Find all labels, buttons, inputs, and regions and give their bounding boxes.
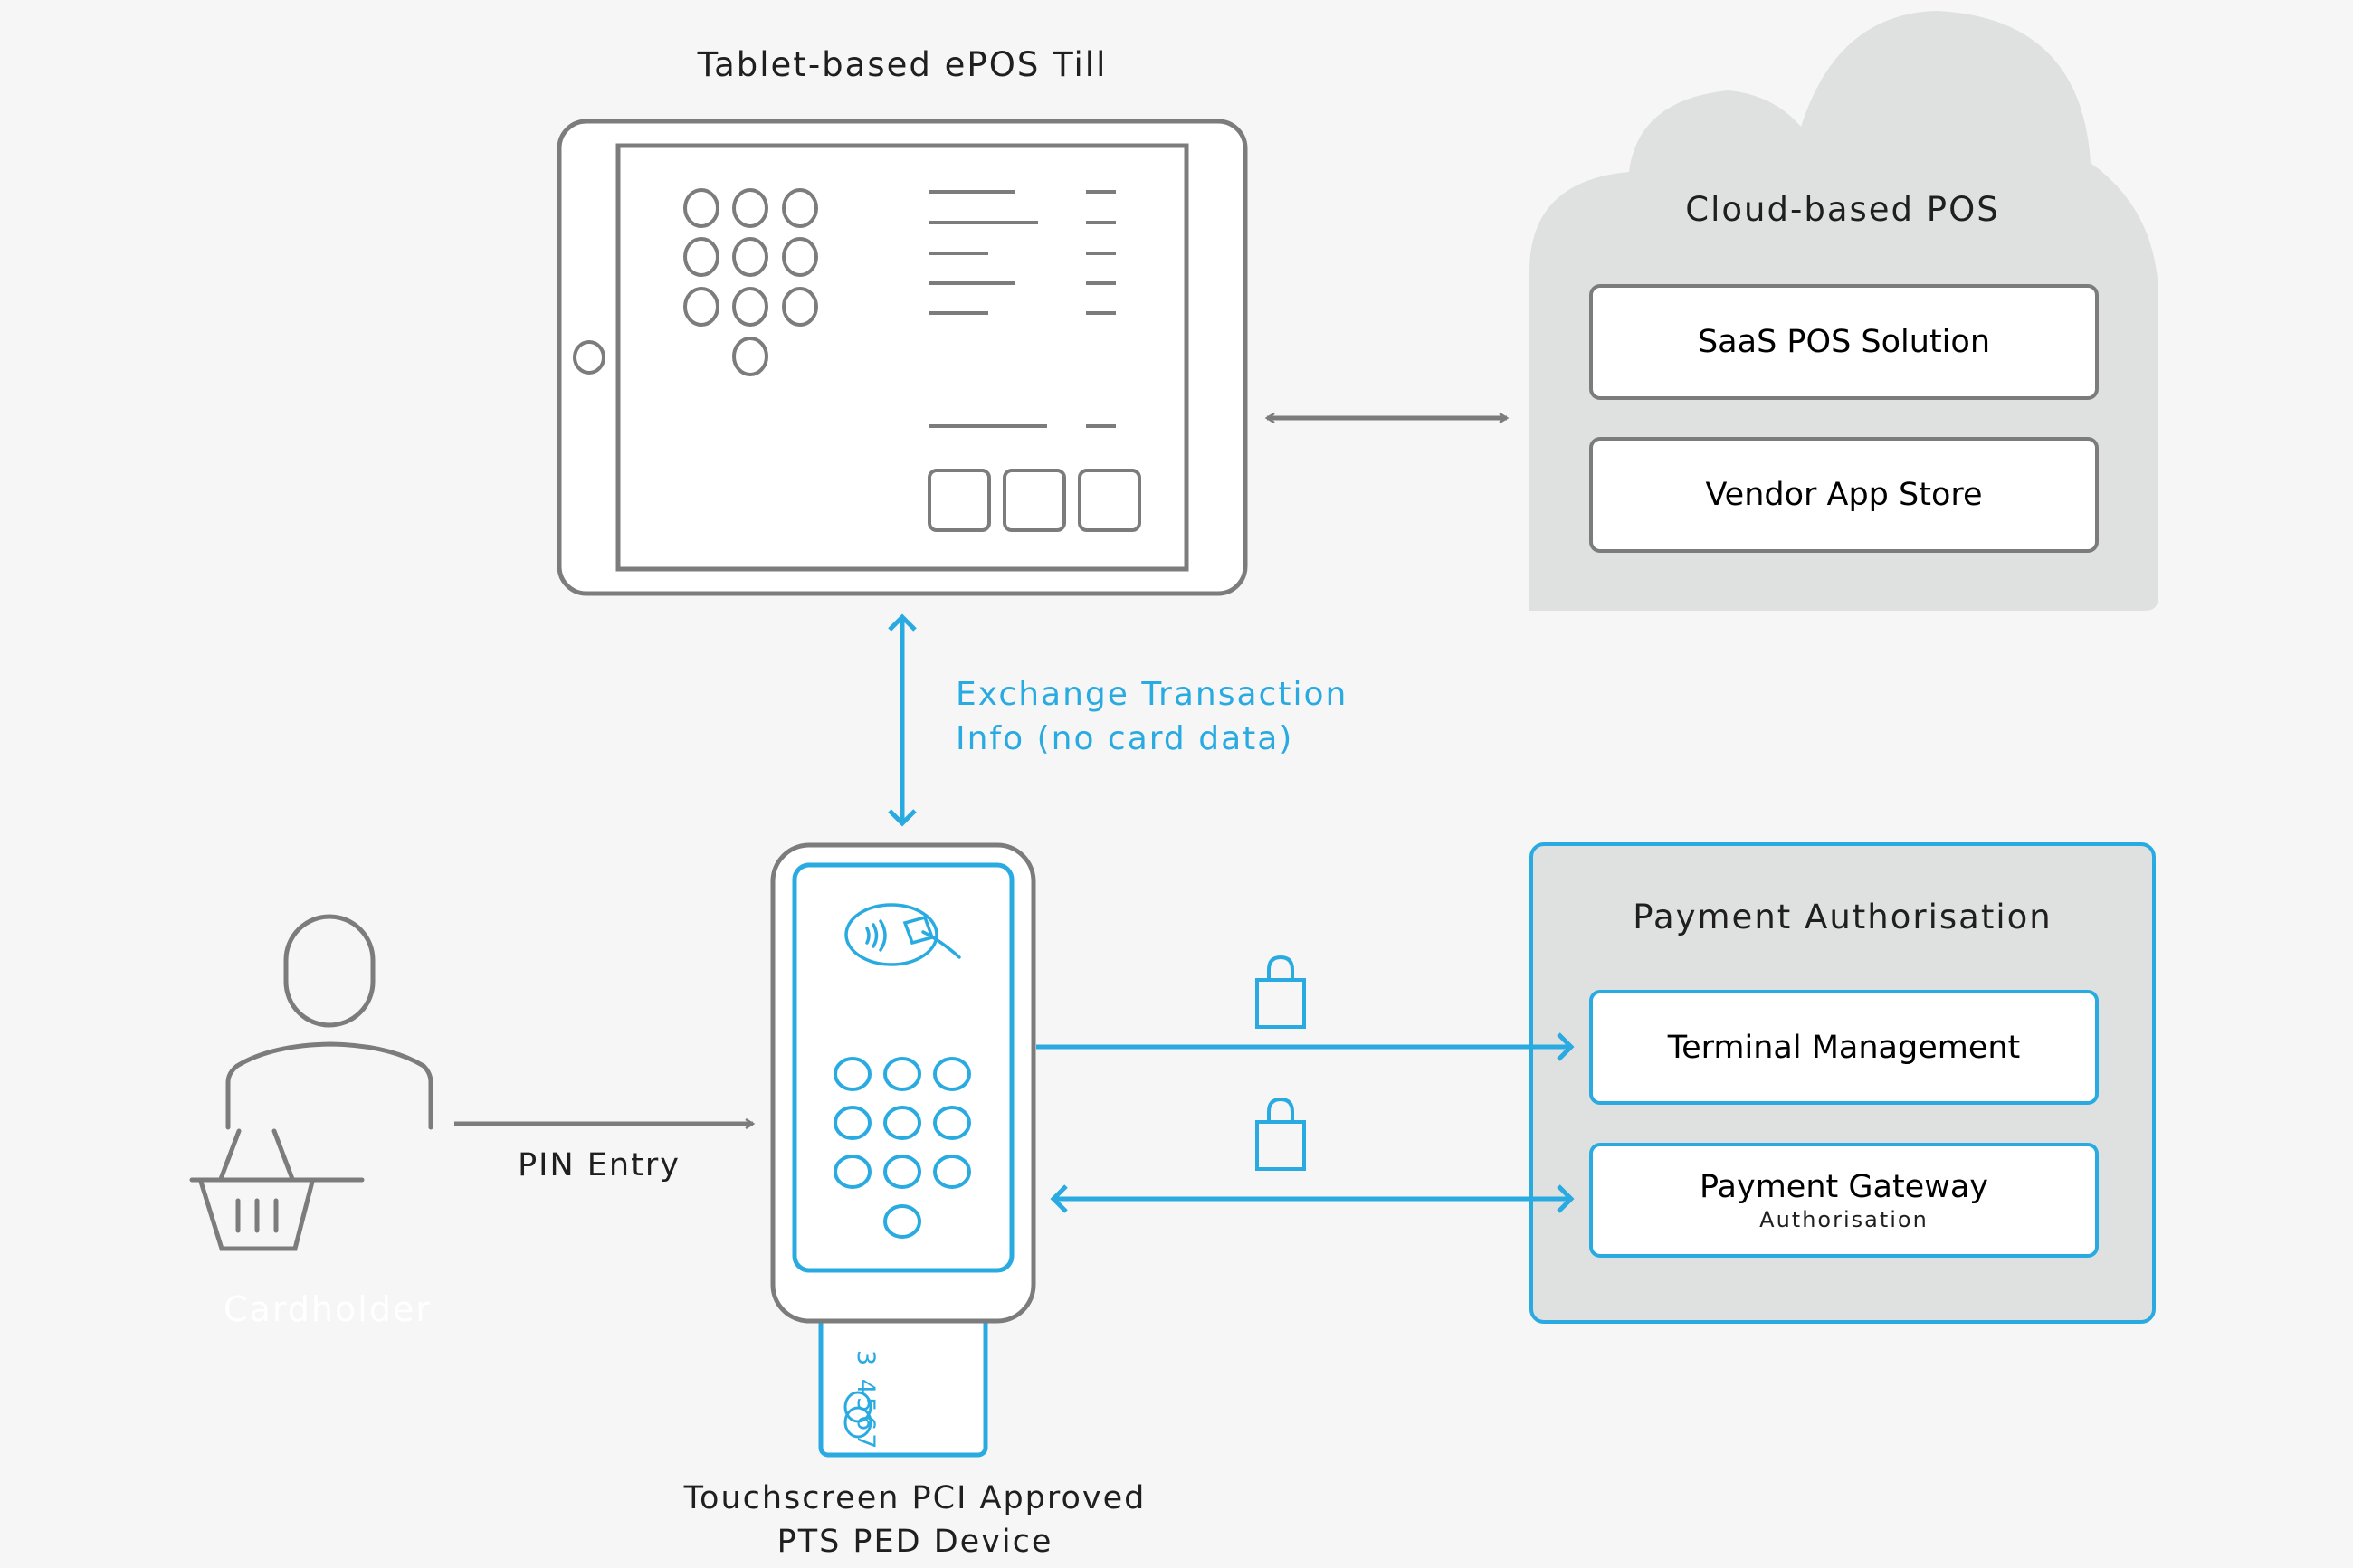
tablet-title: Tablet-based ePOS Till bbox=[697, 45, 1108, 84]
ped-gateway-arrow bbox=[1050, 1184, 1575, 1213]
ped-caption-line1: Touchscreen PCI Approved bbox=[683, 1480, 1147, 1516]
ped-terminal-arrow bbox=[1036, 1032, 1575, 1061]
terminal-management-box[interactable]: Terminal Management bbox=[1589, 990, 2099, 1105]
card-number: 3 4567 bbox=[852, 1350, 880, 1452]
ped-device bbox=[770, 842, 1036, 1324]
vendor-app-store-label: Vendor App Store bbox=[1705, 477, 1983, 513]
payment-gateway-label: Payment Gateway bbox=[1700, 1168, 1988, 1205]
exchange-label-line1: Exchange Transaction bbox=[956, 676, 1348, 713]
exchange-label-line2: Info (no card data) bbox=[956, 720, 1294, 757]
ped-caption-line2: PTS PED Device bbox=[776, 1524, 1053, 1560]
pin-entry-label: PIN Entry bbox=[518, 1147, 681, 1183]
diagram-canvas bbox=[189, 11, 2158, 1458]
lock-icon bbox=[1255, 955, 1306, 1029]
cardholder-label: Cardholder bbox=[224, 1289, 432, 1329]
cardholder-icon bbox=[189, 914, 433, 1251]
terminal-management-label: Terminal Management bbox=[1667, 1029, 2021, 1066]
payment-gateway-box[interactable]: Payment Gateway Authorisation bbox=[1589, 1143, 2099, 1258]
cloud-title: Cloud-based POS bbox=[1685, 190, 2000, 229]
tablet-device bbox=[557, 119, 1248, 596]
vendor-app-store-box[interactable]: Vendor App Store bbox=[1589, 437, 2099, 553]
lock-icon bbox=[1255, 1097, 1306, 1171]
payment-auth-title: Payment Authorisation bbox=[1633, 898, 2053, 936]
payment-gateway-sublabel: Authorisation bbox=[1759, 1206, 1929, 1232]
tablet-ped-arrow bbox=[888, 613, 917, 827]
saas-pos-label: SaaS POS Solution bbox=[1697, 324, 1991, 360]
saas-pos-box[interactable]: SaaS POS Solution bbox=[1589, 284, 2099, 400]
